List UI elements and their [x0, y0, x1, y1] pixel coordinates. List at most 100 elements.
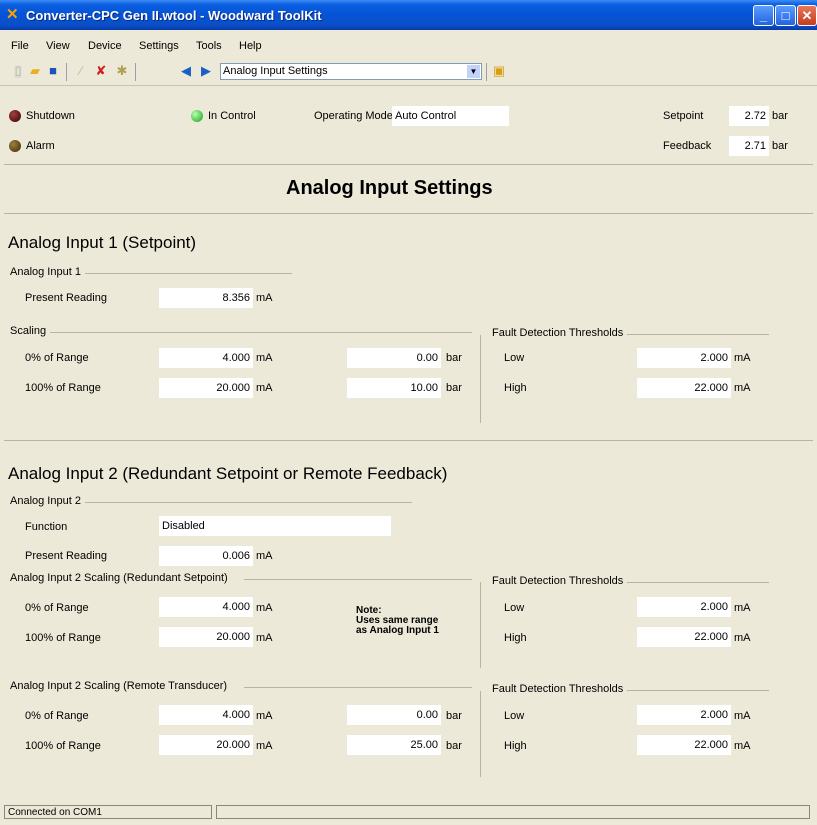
unit-ma: mA — [256, 740, 273, 752]
ai2-red-high-value[interactable]: 22.000 — [637, 627, 731, 647]
ai1-low-value[interactable]: 2.000 — [637, 348, 731, 368]
alarm-led — [9, 140, 21, 152]
back-arrow-icon[interactable]: ◀ — [178, 63, 194, 79]
ai2-red-row100-ma[interactable]: 20.000 — [159, 627, 253, 647]
unit-ma: mA — [734, 602, 751, 614]
ai1-row100-label: 100% of Range — [25, 382, 101, 394]
feedback-value: 2.71 — [729, 136, 769, 156]
disconnect-icon[interactable]: ✘ — [93, 63, 109, 79]
feedback-label: Feedback — [663, 140, 712, 152]
feedback-unit: bar — [772, 140, 788, 152]
maximize-button[interactable]: □ — [775, 5, 796, 26]
unit-ma: mA — [734, 352, 751, 364]
close-button[interactable]: ✕ — [797, 5, 817, 26]
ai1-row0-ma[interactable]: 4.000 — [159, 348, 253, 368]
group-line — [44, 332, 472, 333]
ai2-red-row0-ma[interactable]: 4.000 — [159, 597, 253, 617]
ai1-scaling-group-label: Scaling — [10, 325, 51, 337]
app-icon: ✕ — [6, 6, 19, 23]
ai2-red-low-value[interactable]: 2.000 — [637, 597, 731, 617]
unit-ma: mA — [256, 352, 273, 364]
new-file-icon[interactable]: ▯ — [10, 63, 26, 79]
ai1-row100-bar[interactable]: 10.00 — [347, 378, 441, 398]
divider — [4, 440, 813, 441]
toolbar-separator — [135, 63, 136, 81]
in-control-label: In Control — [208, 110, 256, 122]
unit-bar: bar — [446, 710, 462, 722]
ai2-rem-row0-label: 0% of Range — [25, 710, 89, 722]
menu-help[interactable]: Help — [239, 40, 262, 52]
ai2-present-reading-label: Present Reading — [25, 550, 107, 562]
toolbar-separator — [486, 63, 487, 81]
ai1-present-reading-unit: mA — [256, 292, 273, 304]
group-line — [624, 334, 769, 335]
ai2-heading: Analog Input 2 (Redundant Setpoint or Re… — [8, 464, 448, 483]
forward-arrow-icon[interactable]: ▶ — [198, 63, 214, 79]
minimize-icon: _ — [759, 8, 768, 23]
group-line — [624, 582, 769, 583]
ai2-rem-high-label: High — [504, 740, 527, 752]
unit-bar: bar — [446, 740, 462, 752]
open-folder-icon[interactable]: ▰ — [27, 63, 43, 79]
page-select-value: Analog Input Settings — [223, 65, 328, 77]
maximize-icon: □ — [781, 8, 790, 23]
dropdown-arrow-icon[interactable]: ▼ — [467, 65, 480, 78]
ai1-high-value[interactable]: 22.000 — [637, 378, 731, 398]
unit-ma: mA — [734, 632, 751, 644]
menu-tools[interactable]: Tools — [196, 40, 222, 52]
group-line — [244, 687, 472, 688]
minimize-button[interactable]: _ — [753, 5, 774, 26]
page-select[interactable]: Analog Input Settings ▼ — [220, 63, 482, 80]
setpoint-value: 2.72 — [729, 106, 769, 126]
settings-wizard-icon[interactable]: ✱ — [114, 63, 130, 79]
ai2-rem-row100-ma[interactable]: 20.000 — [159, 735, 253, 755]
unit-ma: mA — [256, 632, 273, 644]
operating-mode-value: Auto Control — [392, 106, 509, 126]
ai2-rem-row100-bar[interactable]: 25.00 — [347, 735, 441, 755]
toolbar-separator — [66, 63, 67, 81]
ai2-rem-low-value[interactable]: 2.000 — [637, 705, 731, 725]
unit-ma: mA — [734, 710, 751, 722]
alarm-label: Alarm — [26, 140, 55, 152]
ai2-rem-row0-bar[interactable]: 0.00 — [347, 705, 441, 725]
menu-device[interactable]: Device — [88, 40, 122, 52]
divider — [4, 164, 813, 165]
ai2-function-select[interactable]: Disabled — [159, 516, 391, 536]
unit-bar: bar — [446, 352, 462, 364]
content-area: Shutdown Alarm In Control Operating Mode… — [4, 88, 817, 800]
ai1-present-reading-label: Present Reading — [25, 292, 107, 304]
ai2-rem-row100-label: 100% of Range — [25, 740, 101, 752]
divider — [4, 213, 813, 214]
status-pane — [216, 805, 810, 819]
group-line — [244, 579, 472, 580]
menu-bar: File View Device Settings Tools Help — [0, 38, 817, 57]
operating-mode-label: Operating Mode — [314, 110, 393, 122]
setpoint-unit: bar — [772, 110, 788, 122]
menu-file[interactable]: File — [11, 40, 29, 52]
menu-view[interactable]: View — [46, 40, 70, 52]
group-divider — [480, 691, 481, 777]
group-divider — [480, 335, 481, 423]
ai1-row0-bar[interactable]: 0.00 — [347, 348, 441, 368]
ai1-fault-group-label: Fault Detection Thresholds — [492, 327, 628, 339]
connect-icon[interactable]: ⁄ — [73, 63, 89, 79]
in-control-led — [191, 110, 203, 122]
ai2-rem-low-label: Low — [504, 710, 525, 722]
ai2-rem-high-value[interactable]: 22.000 — [637, 735, 731, 755]
save-icon[interactable]: ■ — [45, 63, 61, 79]
ai2-red-high-label: High — [504, 632, 527, 644]
shutdown-label: Shutdown — [26, 110, 75, 122]
ai2-red-row0-label: 0% of Range — [25, 602, 89, 614]
group-line — [64, 502, 412, 503]
ai2-rem-row0-ma[interactable]: 4.000 — [159, 705, 253, 725]
ai1-group-label: Analog Input 1 — [10, 266, 85, 278]
unit-ma: mA — [256, 382, 273, 394]
menu-settings[interactable]: Settings — [139, 40, 179, 52]
ai1-low-label: Low — [504, 352, 525, 364]
toolbar: ▯ ▰ ■ ⁄ ✘ ✱ ◀ ▶ Analog Input Settings ▼ … — [0, 59, 817, 86]
setpoint-label: Setpoint — [663, 110, 704, 122]
connection-status: Connected on COM1 — [4, 805, 212, 819]
ai1-row100-ma[interactable]: 20.000 — [159, 378, 253, 398]
ai2-function-label: Function — [25, 521, 68, 533]
page-properties-icon[interactable]: ▣ — [491, 63, 507, 79]
